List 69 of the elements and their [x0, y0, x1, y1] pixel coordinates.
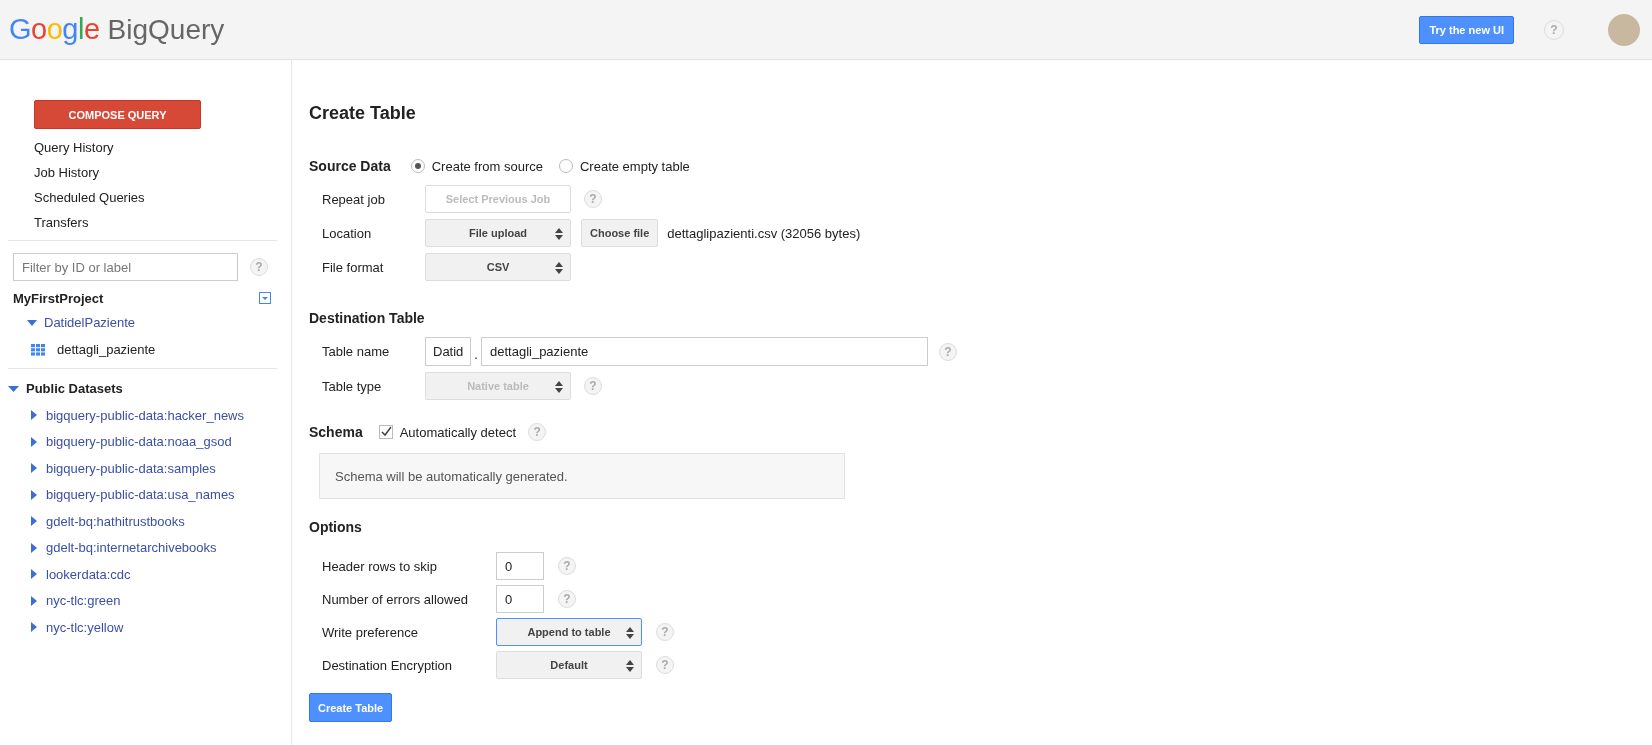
up-down-arrows-icon	[555, 381, 563, 393]
radio-option[interactable]: Create empty table	[558, 158, 690, 174]
section-title: Public Datasets	[26, 381, 123, 396]
section-title: Options	[309, 519, 362, 535]
sidebar-link[interactable]: Job History	[34, 160, 291, 185]
choose-file-button[interactable]: Choose file	[581, 219, 659, 247]
collapsed-triangle-icon[interactable]	[29, 595, 39, 606]
up-down-arrows-icon	[555, 262, 563, 274]
field-label: File format	[322, 259, 385, 275]
up-down-arrows-icon	[626, 660, 634, 672]
select-dropdown[interactable]: Append to table	[496, 618, 642, 646]
checkbox-option[interactable]: Automatically detect	[378, 424, 517, 440]
separator-dot: .	[474, 347, 478, 362]
schema-info-panel: Schema will be automatically generated.	[319, 453, 845, 499]
collapsed-triangle-icon[interactable]	[29, 622, 39, 633]
sidebar-link[interactable]: Transfers	[34, 210, 291, 235]
field-label: Location	[322, 225, 373, 241]
checkbox-icon[interactable]	[378, 425, 393, 439]
field-label: Repeat job	[322, 191, 386, 207]
table-link[interactable]: dettagli_paziente	[57, 342, 156, 357]
radio-option[interactable]: Create from source	[410, 158, 543, 174]
number-field[interactable]: 0	[496, 552, 544, 580]
dataset-link[interactable]: nyc-tlc:yellow	[46, 619, 124, 635]
up-down-arrows-icon	[555, 228, 563, 240]
field-label: Header rows to skip	[322, 558, 438, 574]
dataset-link[interactable]: bigquery-public-data:samples	[46, 460, 216, 476]
field-label: Write preference	[322, 624, 419, 640]
product-name: BigQuery	[107, 13, 225, 46]
google-logo: Google	[9, 13, 100, 46]
expanded-triangle-icon[interactable]	[27, 317, 37, 328]
up-down-arrows-icon	[626, 627, 634, 639]
collapsed-triangle-icon[interactable]	[29, 569, 39, 580]
page-title: Create Table	[309, 103, 417, 125]
dataset-link[interactable]: bigquery-public-data:noaa_gsod	[46, 434, 232, 450]
expanded-triangle-icon[interactable]	[8, 383, 19, 394]
dataset-link[interactable]: bigquery-public-data:hacker_news	[46, 407, 244, 423]
dataset-link[interactable]: bigquery-public-data:usa_names	[46, 487, 235, 503]
compose-query-button[interactable]: COMPOSE QUERY	[34, 100, 201, 129]
select-dropdown[interactable]: CSV	[425, 253, 571, 281]
field-label: Table type	[322, 378, 383, 394]
filter-field[interactable]: Filter by ID or label	[13, 253, 238, 281]
section-title: Schema	[309, 424, 363, 440]
table-name-field[interactable]: dettagli_paziente	[481, 337, 928, 366]
field-label: Table name	[322, 344, 391, 359]
dataset-link[interactable]: DatidelPaziente	[44, 315, 136, 330]
section-title: Source Data	[309, 158, 391, 174]
collapsed-triangle-icon[interactable]	[29, 542, 39, 553]
collapsed-triangle-icon[interactable]	[29, 489, 39, 500]
field-label: Number of errors allowed	[322, 591, 469, 607]
dropdown-icon[interactable]	[259, 292, 271, 304]
dataset-link[interactable]: lookerdata:cdc	[46, 566, 131, 582]
section-title: Destination Table	[309, 310, 425, 326]
select-dropdown[interactable]: File upload	[425, 219, 571, 247]
field-label: Destination Encryption	[322, 657, 454, 673]
dataset-link[interactable]: gdelt-bq:hathitrustbooks	[46, 513, 185, 529]
sidebar-link[interactable]: Scheduled Queries	[34, 185, 291, 210]
select-dropdown[interactable]: Default	[496, 651, 642, 679]
collapsed-triangle-icon[interactable]	[29, 410, 39, 421]
sidebar-link[interactable]: Query History	[34, 135, 291, 160]
table-grid-icon	[31, 343, 45, 356]
collapsed-triangle-icon[interactable]	[29, 436, 39, 447]
collapsed-triangle-icon[interactable]	[29, 516, 39, 527]
dataset-link[interactable]: nyc-tlc:green	[46, 593, 121, 609]
dataset-field[interactable]: Datid	[425, 337, 472, 366]
number-field[interactable]: 0	[496, 585, 544, 613]
file-name: dettaglipazienti.csv (32056 bytes)	[667, 225, 861, 241]
collapsed-triangle-icon[interactable]	[29, 463, 39, 474]
project-name[interactable]: MyFirstProject	[13, 290, 104, 306]
dataset-link[interactable]: gdelt-bq:internetarchivebooks	[46, 540, 217, 556]
